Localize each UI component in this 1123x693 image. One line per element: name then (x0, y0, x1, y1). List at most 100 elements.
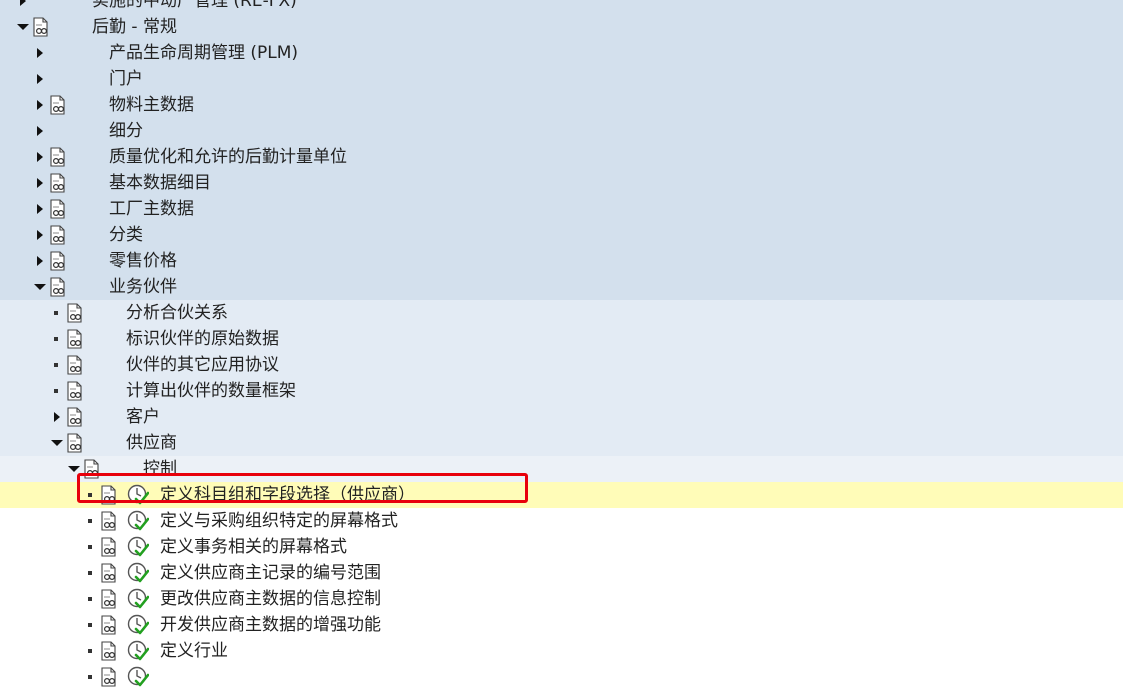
documentation-icon[interactable] (99, 511, 119, 531)
documentation-icon[interactable] (99, 641, 119, 661)
expand-node-toggle[interactable] (33, 118, 47, 144)
tree-row[interactable]: 定义事务相关的屏幕格式 (0, 534, 1123, 560)
documentation-icon[interactable] (65, 355, 85, 375)
documentation-icon[interactable] (99, 667, 119, 687)
tree-row[interactable]: 定义与采购组织特定的屏幕格式 (0, 508, 1123, 534)
documentation-icon[interactable] (48, 225, 68, 245)
tree-row[interactable]: 门户 (0, 66, 1123, 92)
tree-node-label[interactable]: 分析合伙关系 (126, 303, 228, 323)
documentation-icon[interactable] (48, 173, 68, 193)
expand-node-toggle[interactable] (33, 40, 47, 66)
expand-node-toggle[interactable] (33, 196, 47, 222)
documentation-icon[interactable] (48, 95, 68, 115)
tree-row[interactable]: 零售价格 (0, 248, 1123, 274)
expand-node-toggle[interactable] (33, 170, 47, 196)
tree-row[interactable]: 定义行业 (0, 638, 1123, 664)
documentation-icon[interactable] (99, 589, 119, 609)
expand-node-toggle[interactable] (33, 248, 47, 274)
tree-row[interactable]: 定义供应商主记录的编号范围 (0, 560, 1123, 586)
tree-node-label[interactable]: 基本数据细目 (109, 173, 211, 193)
tree-row[interactable]: 分析合伙关系 (0, 300, 1123, 326)
tree-node-label[interactable]: 零售价格 (109, 251, 177, 271)
tree-row[interactable]: 业务伙伴 (0, 274, 1123, 300)
tree-row[interactable]: 控制 (0, 456, 1123, 482)
tree-row[interactable]: 开发供应商主数据的增强功能 (0, 612, 1123, 638)
tree-row[interactable]: 伙伴的其它应用协议 (0, 352, 1123, 378)
tree-node-label[interactable]: 产品生命周期管理 (PLM) (109, 43, 298, 63)
tree-node-label[interactable]: 计算出伙伴的数量框架 (126, 381, 296, 401)
tree-node-label[interactable]: 伙伴的其它应用协议 (126, 355, 279, 375)
execute-clock-icon[interactable] (127, 640, 150, 662)
execute-clock-icon[interactable] (127, 614, 150, 636)
tree-node-label[interactable]: 定义事务相关的屏幕格式 (160, 537, 347, 557)
documentation-icon[interactable] (48, 251, 68, 271)
execute-clock-icon[interactable] (127, 510, 150, 532)
documentation-icon[interactable] (99, 537, 119, 557)
tree-row[interactable]: 更改供应商主数据的信息控制 (0, 586, 1123, 612)
expand-node-toggle[interactable] (33, 92, 47, 118)
documentation-icon[interactable] (65, 433, 85, 453)
tree-row[interactable]: 定义科目组和字段选择（供应商） (0, 482, 1123, 508)
tree-row[interactable]: 产品生命周期管理 (PLM) (0, 40, 1123, 66)
tree-node-label[interactable]: 后勤 - 常规 (92, 17, 177, 37)
tree-node-label[interactable]: 门户 (109, 69, 143, 89)
collapse-node-toggle[interactable] (50, 430, 64, 456)
execute-clock-icon[interactable] (127, 536, 150, 558)
documentation-icon[interactable] (65, 329, 85, 349)
tree-row[interactable]: 客户 (0, 404, 1123, 430)
documentation-icon[interactable] (65, 303, 85, 323)
documentation-icon[interactable] (65, 407, 85, 427)
execute-clock-icon[interactable] (127, 588, 150, 610)
expand-node-toggle[interactable] (33, 144, 47, 170)
documentation-icon[interactable] (31, 17, 51, 37)
tree-row[interactable]: 计算出伙伴的数量框架 (0, 378, 1123, 404)
leaf-bullet (84, 664, 98, 690)
tree-node-label[interactable]: 标识伙伴的原始数据 (126, 329, 279, 349)
tree-node-label[interactable]: 定义与采购组织特定的屏幕格式 (160, 511, 398, 531)
tree-node-label[interactable]: 定义科目组和字段选择（供应商） (160, 485, 415, 505)
tree-node-label[interactable]: 定义行业 (160, 641, 228, 661)
documentation-icon[interactable] (65, 381, 85, 401)
expand-node-toggle[interactable] (50, 404, 64, 430)
documentation-icon[interactable] (99, 485, 119, 505)
expand-node-toggle[interactable] (16, 0, 30, 14)
tree-row[interactable]: 基本数据细目 (0, 170, 1123, 196)
execute-clock-icon[interactable] (127, 562, 150, 584)
documentation-icon[interactable] (99, 563, 119, 583)
tree-row[interactable]: 后勤 - 常规 (0, 14, 1123, 40)
expand-node-toggle[interactable] (33, 66, 47, 92)
expand-node-toggle[interactable] (33, 222, 47, 248)
tree-node-label[interactable]: 更改供应商主数据的信息控制 (160, 589, 381, 609)
documentation-icon[interactable] (99, 615, 119, 635)
tree-row[interactable]: 标识伙伴的原始数据 (0, 326, 1123, 352)
execute-clock-icon[interactable] (127, 484, 150, 506)
tree-node-label[interactable]: 细分 (109, 121, 143, 141)
tree-row[interactable]: 实施的中动产管理 (RE-FX) (0, 0, 1123, 14)
tree-row[interactable]: 细分 (0, 118, 1123, 144)
tree-node-label[interactable]: 开发供应商主数据的增强功能 (160, 615, 381, 635)
documentation-icon[interactable] (48, 147, 68, 167)
tree-node-label[interactable]: 业务伙伴 (109, 277, 177, 297)
tree-row[interactable]: 分类 (0, 222, 1123, 248)
tree-row[interactable]: 物料主数据 (0, 92, 1123, 118)
tree-node-label[interactable]: 定义供应商主记录的编号范围 (160, 563, 381, 583)
tree-node-label[interactable]: 实施的中动产管理 (RE-FX) (92, 0, 297, 11)
execute-clock-icon[interactable] (127, 666, 150, 688)
collapse-node-toggle[interactable] (16, 14, 30, 40)
tree-node-label[interactable]: 供应商 (126, 433, 177, 453)
tree-node-label[interactable]: 客户 (126, 407, 160, 427)
tree-node-label[interactable]: 工厂主数据 (109, 199, 194, 219)
tree-node-label[interactable]: 分类 (109, 225, 143, 245)
collapse-node-toggle[interactable] (33, 274, 47, 300)
tree-node-label[interactable]: 控制 (143, 459, 177, 479)
tree-node-label[interactable]: 物料主数据 (109, 95, 194, 115)
documentation-icon[interactable] (48, 199, 68, 219)
tree-row[interactable] (0, 664, 1123, 690)
tree-row[interactable]: 供应商 (0, 430, 1123, 456)
documentation-icon[interactable] (82, 459, 102, 479)
documentation-icon[interactable] (48, 277, 68, 297)
collapse-node-toggle[interactable] (67, 456, 81, 482)
tree-row[interactable]: 工厂主数据 (0, 196, 1123, 222)
tree-node-label[interactable]: 质量优化和允许的后勤计量单位 (109, 147, 347, 167)
tree-row[interactable]: 质量优化和允许的后勤计量单位 (0, 144, 1123, 170)
